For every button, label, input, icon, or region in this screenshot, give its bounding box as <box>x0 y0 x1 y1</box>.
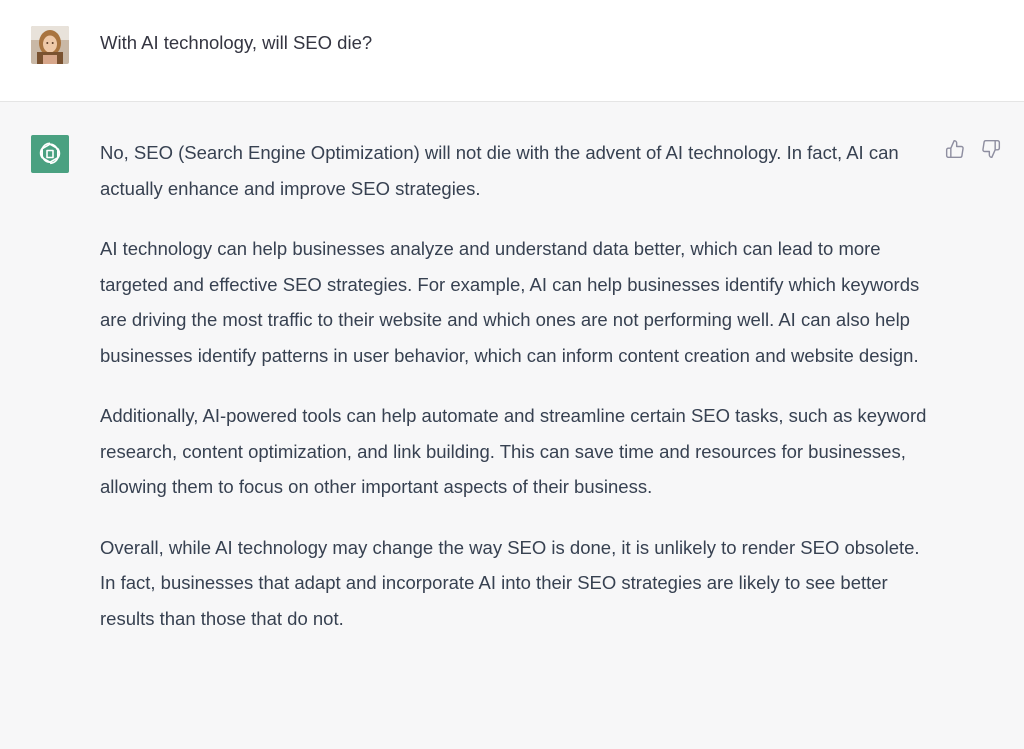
user-avatar-photo-icon <box>31 26 69 64</box>
openai-logo-icon <box>39 142 61 165</box>
user-avatar <box>31 26 69 64</box>
user-message-row: With AI technology, will SEO die? <box>0 0 1024 102</box>
answer-paragraph-4: Overall, while AI technology may change … <box>100 536 920 629</box>
thumbs-up-icon <box>945 139 964 159</box>
thumbs-down-icon <box>982 139 1001 159</box>
answer-paragraph-3: Additionally, AI-powered tools can help … <box>100 405 927 497</box>
thumbs-down-button[interactable] <box>980 138 1002 160</box>
answer-paragraph-2: AI technology can help businesses analyz… <box>100 238 920 366</box>
user-message-text: With AI technology, will SEO die? <box>100 32 373 53</box>
assistant-message-text: No, SEO (Search Engine Optimization) wil… <box>100 135 940 661</box>
answer-paragraph-1: No, SEO (Search Engine Optimization) wil… <box>100 142 899 199</box>
assistant-avatar <box>31 135 69 173</box>
thumbs-up-button[interactable] <box>944 138 966 160</box>
assistant-message-row: No, SEO (Search Engine Optimization) wil… <box>0 102 1024 749</box>
feedback-buttons <box>944 138 1002 160</box>
